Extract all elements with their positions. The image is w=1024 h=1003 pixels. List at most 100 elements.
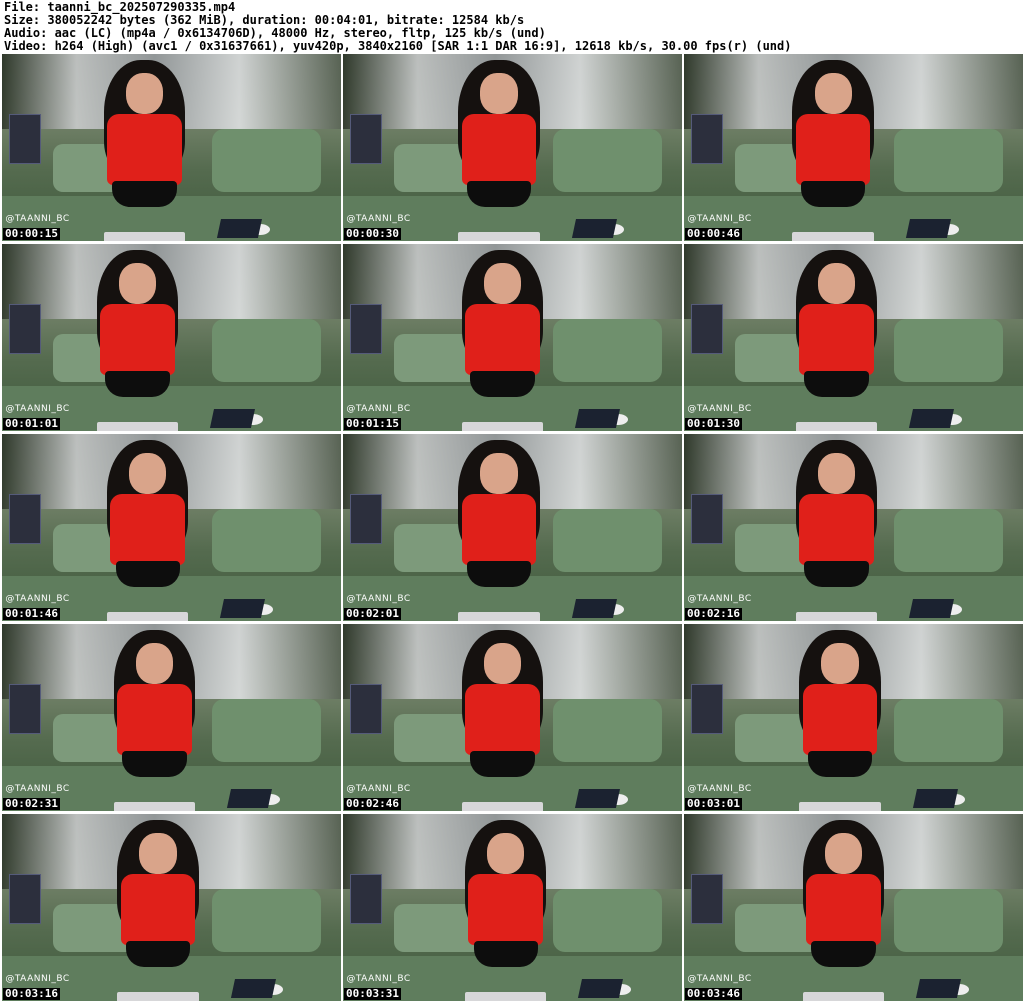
- timestamp: 00:00:46: [685, 227, 742, 240]
- cushion: [894, 698, 1003, 763]
- mouse-pad: [216, 218, 262, 238]
- video-thumbnail[interactable]: @TAANNI_BC 00:01:15: [343, 244, 682, 431]
- person-face: [821, 642, 859, 684]
- mouse-pad: [574, 788, 620, 808]
- watermark-handle: @TAANNI_BC: [5, 404, 70, 415]
- keyboard: [103, 231, 186, 241]
- video-thumbnail[interactable]: @TAANNI_BC 00:01:46: [2, 434, 341, 621]
- video-line: Video: h264 (High) (avc1 / 0x31637661), …: [4, 40, 792, 53]
- mouse-pad: [909, 598, 954, 618]
- person-face: [817, 452, 856, 494]
- video-thumbnail[interactable]: @TAANNI_BC 00:02:46: [343, 624, 682, 811]
- timestamp: 00:03:16: [3, 987, 60, 1000]
- cushion: [553, 888, 662, 953]
- video-thumbnail[interactable]: @TAANNI_BC 00:03:16: [2, 814, 341, 1001]
- cushion: [212, 318, 321, 383]
- size-line: Size: 380052242 bytes (362 MiB), duratio…: [4, 14, 525, 27]
- person-face: [139, 832, 177, 874]
- person-face: [118, 262, 157, 304]
- keyboard: [465, 991, 547, 1001]
- black-shorts: [470, 371, 535, 398]
- black-shorts: [800, 181, 866, 208]
- black-shorts: [115, 561, 180, 588]
- video-thumbnail[interactable]: @TAANNI_BC 00:00:15: [2, 54, 341, 241]
- watermark-handle: @TAANNI_BC: [687, 784, 752, 795]
- timestamp: 00:03:31: [344, 987, 401, 1000]
- overlay-panel: [690, 303, 724, 355]
- person-face: [135, 642, 174, 684]
- cushion: [212, 888, 321, 953]
- person-face: [480, 452, 518, 494]
- timestamp: 00:02:46: [344, 797, 401, 810]
- watermark-handle: @TAANNI_BC: [687, 974, 752, 985]
- keyboard: [107, 611, 189, 621]
- cushion: [894, 128, 1003, 193]
- watermark-handle: @TAANNI_BC: [346, 214, 411, 225]
- video-thumbnail[interactable]: @TAANNI_BC 00:02:31: [2, 624, 341, 811]
- black-shorts: [807, 751, 873, 778]
- watermark-handle: @TAANNI_BC: [687, 404, 752, 415]
- overlay-panel: [349, 113, 383, 165]
- thumbnail-grid: @TAANNI_BC 00:00:15 @TAANNI_BC 00:00:30 …: [2, 54, 1023, 1001]
- black-shorts: [804, 371, 869, 398]
- red-top: [806, 873, 881, 945]
- watermark-handle: @TAANNI_BC: [5, 784, 70, 795]
- timestamp: 00:02:16: [685, 607, 742, 620]
- red-top: [100, 303, 175, 375]
- cushion: [553, 318, 662, 383]
- cushion: [553, 508, 662, 573]
- overlay-panel: [349, 493, 383, 545]
- black-shorts: [811, 941, 876, 968]
- video-thumbnail[interactable]: @TAANNI_BC 00:01:30: [684, 244, 1023, 431]
- watermark-handle: @TAANNI_BC: [346, 784, 411, 795]
- red-top: [799, 493, 874, 565]
- keyboard: [458, 231, 540, 241]
- file-info-header: File: taanni_bc_202507290335.mp4 Size: 3…: [4, 1, 1020, 53]
- person-face: [487, 832, 525, 874]
- timestamp: 00:01:01: [3, 417, 60, 430]
- person-face: [483, 642, 521, 684]
- cushion: [212, 508, 321, 573]
- timestamp: 00:02:01: [344, 607, 401, 620]
- overlay-panel: [349, 683, 383, 735]
- keyboard: [117, 991, 199, 1001]
- red-top: [110, 493, 186, 565]
- watermark-handle: @TAANNI_BC: [687, 214, 752, 225]
- cushion: [894, 508, 1003, 573]
- black-shorts: [804, 561, 869, 588]
- mouse-pad: [915, 978, 961, 998]
- red-top: [802, 683, 878, 755]
- video-thumbnail[interactable]: @TAANNI_BC 00:02:16: [684, 434, 1023, 621]
- black-shorts: [122, 751, 187, 778]
- video-thumbnail[interactable]: @TAANNI_BC 00:01:01: [2, 244, 341, 431]
- red-top: [120, 873, 196, 945]
- mouse-pad: [227, 788, 272, 808]
- video-thumbnail[interactable]: @TAANNI_BC 00:02:01: [343, 434, 682, 621]
- mouse-pad: [230, 978, 276, 998]
- cushion: [894, 888, 1003, 953]
- keyboard: [96, 421, 179, 431]
- black-shorts: [112, 181, 177, 208]
- file-name-line: File: taanni_bc_202507290335.mp4: [4, 1, 236, 14]
- black-shorts: [470, 751, 535, 778]
- overlay-panel: [8, 303, 42, 355]
- watermark-handle: @TAANNI_BC: [5, 594, 70, 605]
- video-thumbnail[interactable]: @TAANNI_BC 00:03:01: [684, 624, 1023, 811]
- person-face: [824, 832, 862, 874]
- overlay-panel: [8, 683, 42, 735]
- mouse-pad: [905, 218, 951, 238]
- mouse-pad: [909, 408, 954, 428]
- audio-line: Audio: aac (LC) (mp4a / 0x6134706D), 480…: [4, 27, 546, 40]
- watermark-handle: @TAANNI_BC: [5, 974, 70, 985]
- person-face: [814, 72, 852, 114]
- video-thumbnail[interactable]: @TAANNI_BC 00:00:30: [343, 54, 682, 241]
- red-top: [465, 683, 540, 755]
- video-thumbnail[interactable]: @TAANNI_BC 00:03:46: [684, 814, 1023, 1001]
- overlay-panel: [690, 683, 724, 735]
- video-thumbnail[interactable]: @TAANNI_BC 00:03:31: [343, 814, 682, 1001]
- keyboard: [802, 991, 884, 1001]
- video-thumbnail[interactable]: @TAANNI_BC 00:00:46: [684, 54, 1023, 241]
- person-face: [817, 262, 856, 304]
- person-face: [480, 72, 518, 114]
- red-top: [465, 303, 540, 375]
